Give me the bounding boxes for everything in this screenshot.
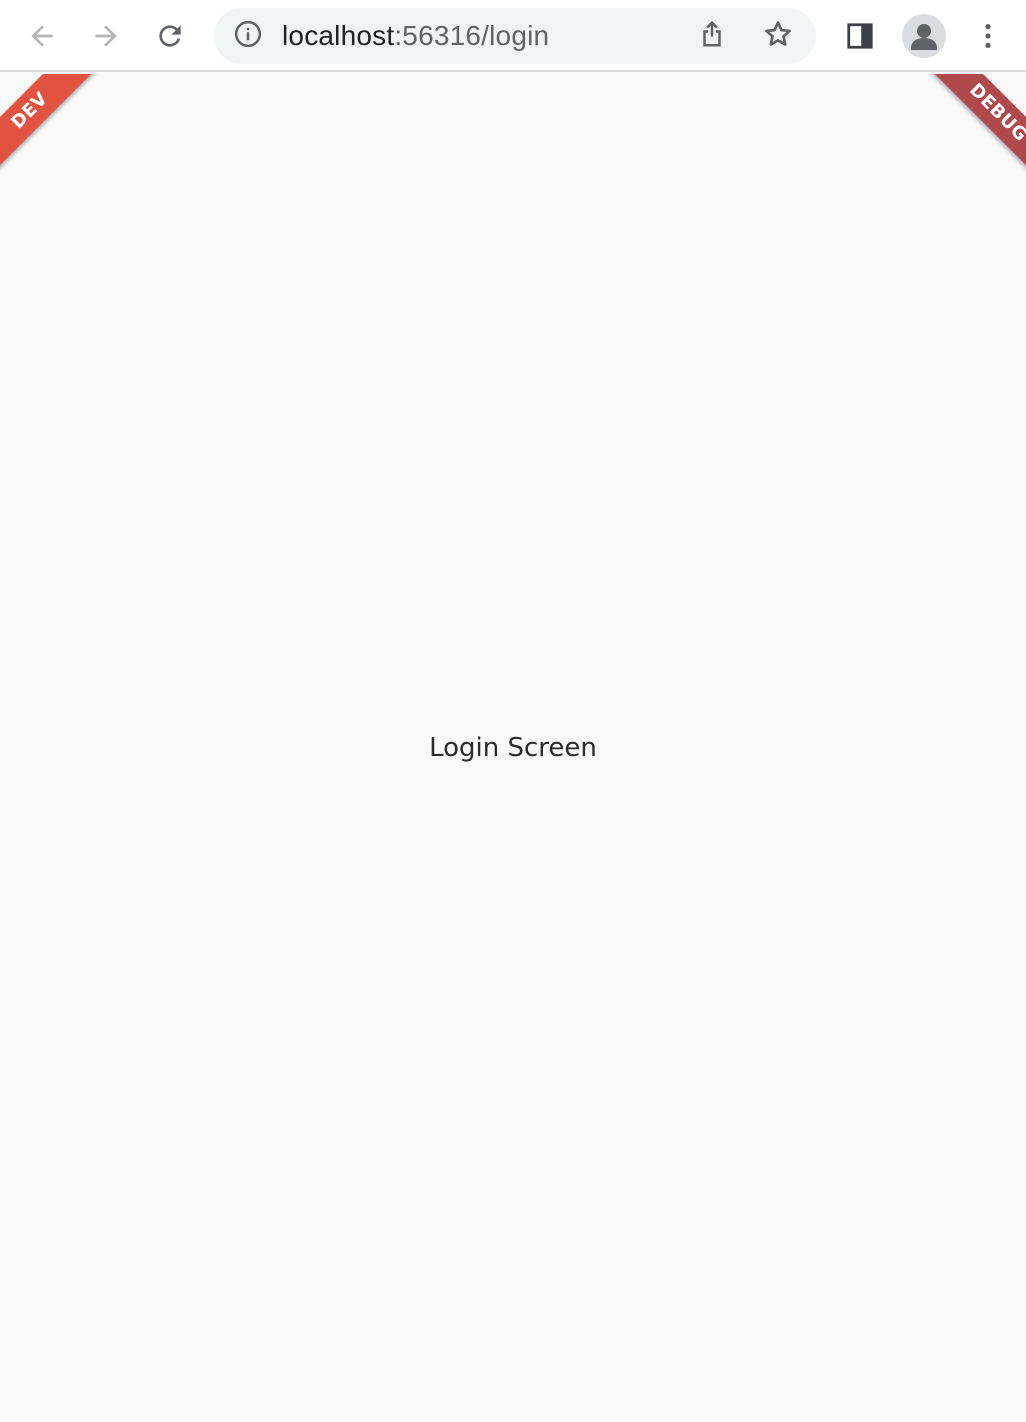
share-button[interactable] — [692, 16, 732, 56]
browser-window: localhost:56316/login DEV DEBUG Login Sc… — [0, 0, 1026, 1422]
site-info-button[interactable] — [232, 20, 264, 52]
browser-toolbar: localhost:56316/login — [0, 0, 1026, 72]
dev-banner: DEV — [0, 74, 127, 208]
star-icon — [762, 18, 794, 55]
debug-banner: DEBUG — [901, 74, 1026, 210]
kebab-menu-icon — [972, 20, 1004, 52]
browser-menu-button[interactable] — [964, 12, 1012, 60]
page-viewport: DEV DEBUG Login Screen — [0, 74, 1026, 1422]
arrow-left-icon — [26, 20, 58, 52]
share-icon — [697, 19, 727, 54]
forward-button[interactable] — [82, 12, 130, 60]
login-screen-text: Login Screen — [429, 733, 597, 763]
url-text[interactable]: localhost:56316/login — [282, 8, 549, 64]
side-panel-button[interactable] — [836, 12, 884, 60]
back-button[interactable] — [18, 12, 66, 60]
bookmark-button[interactable] — [758, 16, 798, 56]
address-bar[interactable]: localhost:56316/login — [214, 8, 816, 64]
person-icon — [902, 24, 946, 58]
reload-icon — [154, 20, 186, 52]
url-path: :56316/login — [394, 20, 550, 51]
url-host: localhost — [282, 20, 395, 51]
info-icon — [233, 19, 263, 54]
arrow-right-icon — [90, 20, 122, 52]
profile-button[interactable] — [902, 14, 946, 58]
reload-button[interactable] — [146, 12, 194, 60]
side-panel-icon — [845, 21, 875, 51]
